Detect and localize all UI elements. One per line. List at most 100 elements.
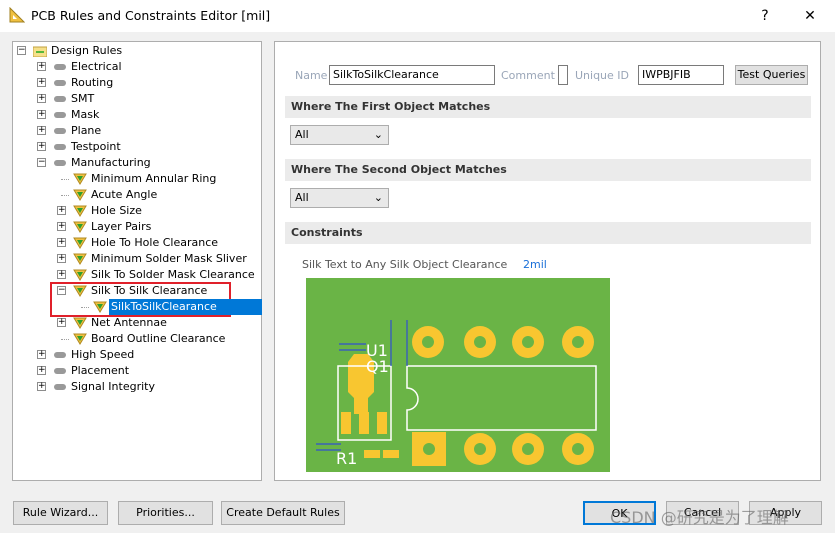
expand-icon[interactable]: + — [57, 206, 66, 215]
app-icon — [9, 7, 25, 23]
rule-category-icon — [54, 80, 66, 86]
tree-item-label: Routing — [71, 76, 114, 89]
comment-label: Comment — [501, 69, 555, 82]
rule-panel: Name SilkToSilkClearance Comment Unique … — [274, 41, 821, 481]
collapse-icon[interactable]: − — [17, 46, 26, 55]
collapse-icon[interactable]: − — [57, 286, 66, 295]
rule-category-icon — [54, 112, 66, 118]
rule-icon — [73, 269, 87, 281]
second-match-select[interactable]: All ⌄ — [290, 188, 389, 208]
second-match-header: Where The Second Object Matches — [285, 159, 811, 181]
expand-icon[interactable]: + — [57, 238, 66, 247]
tree-item[interactable]: + Routing — [17, 75, 262, 91]
comment-input[interactable] — [558, 65, 568, 85]
tree-item[interactable]: + Layer Pairs — [17, 219, 262, 235]
tree-connector — [61, 339, 69, 340]
tree-item[interactable]: − Manufacturing — [17, 155, 262, 171]
tree-item-label: Minimum Annular Ring — [91, 172, 217, 185]
title-bar: PCB Rules and Constraints Editor [mil] ?… — [0, 0, 835, 32]
clearance-label: Silk Text to Any Silk Object Clearance — [302, 258, 508, 271]
constraints-header: Constraints — [285, 222, 811, 244]
tree-connector — [61, 195, 69, 196]
tree-item-label: Net Antennae — [91, 316, 167, 329]
tree-item[interactable]: + Signal Integrity — [17, 379, 262, 395]
tree-item-label: Mask — [71, 108, 100, 121]
name-label: Name — [295, 69, 328, 82]
rule-icon — [73, 221, 87, 233]
expand-icon[interactable]: + — [37, 78, 46, 87]
folder-icon — [33, 46, 47, 57]
tree-item[interactable]: + Hole Size — [17, 203, 262, 219]
rule-category-icon — [54, 64, 66, 70]
tree-item-label: Testpoint — [71, 140, 121, 153]
rule-category-icon — [54, 128, 66, 134]
tree-item[interactable]: Minimum Annular Ring — [17, 171, 262, 187]
rule-category-icon — [54, 144, 66, 150]
rule-wizard-button[interactable]: Rule Wizard... — [13, 501, 108, 525]
rules-tree[interactable]: − Design Rules + Electrical + Routing + SMT + M… — [12, 41, 262, 481]
window-title: PCB Rules and Constraints Editor [mil] — [31, 8, 271, 23]
tree-item[interactable]: + High Speed — [17, 347, 262, 363]
tree-item[interactable]: + Plane — [17, 123, 262, 139]
unique-id-input[interactable]: IWPBJFIB — [638, 65, 724, 85]
tree-item[interactable]: Acute Angle — [17, 187, 262, 203]
tree-item[interactable]: SilkToSilkClearance — [17, 299, 262, 315]
tree-item-label: Placement — [71, 364, 130, 377]
tree-connector — [61, 179, 69, 180]
tree-item-label: Electrical — [71, 60, 122, 73]
first-match-value: All — [295, 128, 309, 141]
expand-icon[interactable]: + — [37, 94, 46, 103]
expand-icon[interactable]: + — [37, 62, 46, 71]
expand-icon[interactable]: + — [37, 110, 46, 119]
label-q1: Q1 — [366, 357, 389, 376]
expand-icon[interactable]: + — [57, 222, 66, 231]
rule-icon — [73, 285, 87, 297]
tree-item[interactable]: + Electrical — [17, 59, 262, 75]
tree-root-label: Design Rules — [51, 44, 123, 57]
rule-icon — [73, 253, 87, 265]
create-default-rules-button[interactable]: Create Default Rules — [221, 501, 345, 525]
rule-icon — [73, 205, 87, 217]
rule-category-icon — [54, 384, 66, 390]
tree-item-label: SilkToSilkClearance — [109, 299, 262, 315]
expand-icon[interactable]: + — [37, 382, 46, 391]
tree-item-label: Silk To Solder Mask Clearance — [91, 268, 255, 281]
rule-icon — [73, 173, 87, 185]
tree-item[interactable]: + Minimum Solder Mask Sliver — [17, 251, 262, 267]
expand-icon[interactable]: + — [37, 126, 46, 135]
tree-item-label: Minimum Solder Mask Sliver — [91, 252, 247, 265]
expand-icon[interactable]: + — [37, 350, 46, 359]
clearance-value[interactable]: 2mil — [523, 258, 547, 271]
tree-item-label: Manufacturing — [71, 156, 151, 169]
tree-item[interactable]: + Silk To Solder Mask Clearance — [17, 267, 262, 283]
close-button[interactable]: ✕ — [790, 4, 830, 28]
rule-category-icon — [54, 96, 66, 102]
test-queries-button[interactable]: Test Queries — [735, 65, 808, 85]
chevron-down-icon: ⌄ — [373, 191, 383, 204]
collapse-icon[interactable]: − — [37, 158, 46, 167]
tree-item[interactable]: + Net Antennae — [17, 315, 262, 331]
tree-item-label: Board Outline Clearance — [91, 332, 226, 345]
expand-icon[interactable]: + — [57, 254, 66, 263]
priorities-button[interactable]: Priorities... — [118, 501, 213, 525]
name-input[interactable]: SilkToSilkClearance — [329, 65, 495, 85]
tree-item-label: High Speed — [71, 348, 135, 361]
first-match-select[interactable]: All ⌄ — [290, 125, 389, 145]
watermark: CSDN @研究是为了理解 — [610, 508, 789, 527]
tree-item[interactable]: + Hole To Hole Clearance — [17, 235, 262, 251]
tree-item[interactable]: + Mask — [17, 107, 262, 123]
tree-item[interactable]: + SMT — [17, 91, 262, 107]
expand-icon[interactable]: + — [57, 318, 66, 327]
tree-item[interactable]: + Placement — [17, 363, 262, 379]
rule-icon — [73, 189, 87, 201]
tree-item[interactable]: − Silk To Silk Clearance — [17, 283, 262, 299]
tree-item-label: Hole To Hole Clearance — [91, 236, 219, 249]
expand-icon[interactable]: + — [37, 142, 46, 151]
label-r1: R1 — [336, 449, 357, 468]
tree-item-label: Acute Angle — [91, 188, 158, 201]
help-button[interactable]: ? — [745, 4, 785, 28]
expand-icon[interactable]: + — [57, 270, 66, 279]
tree-item[interactable]: Board Outline Clearance — [17, 331, 262, 347]
tree-item[interactable]: + Testpoint — [17, 139, 262, 155]
expand-icon[interactable]: + — [37, 366, 46, 375]
